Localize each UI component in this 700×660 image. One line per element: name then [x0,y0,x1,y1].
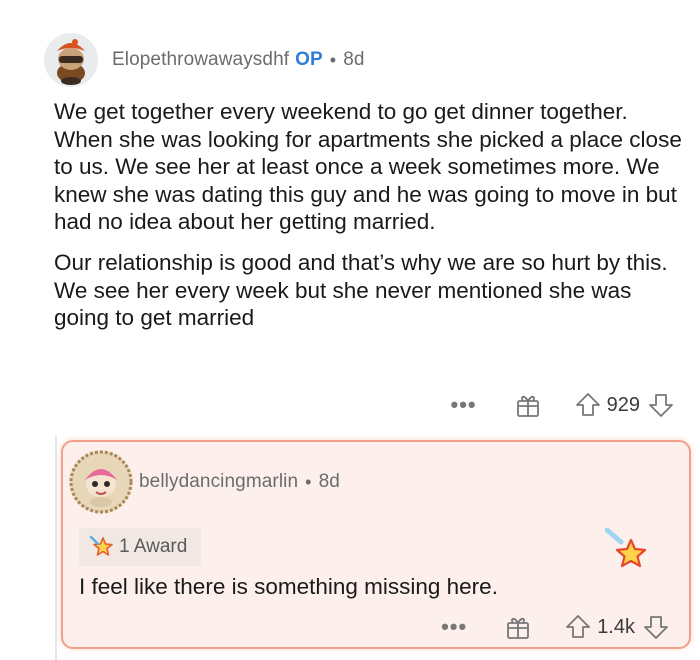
comment-header: Elopethrowawaysdhf OP • 8d [44,32,365,88]
separator: • [305,471,312,492]
award-pill[interactable]: 1 Award [79,528,202,566]
op-badge: OP [295,49,323,70]
timestamp[interactable]: 8d [343,49,364,71]
downvote-icon[interactable] [643,614,669,640]
gift-icon[interactable] [515,392,541,418]
avatar[interactable] [44,33,98,87]
avatar-snoo-icon [44,33,98,87]
comment-actions: ••• 1.4k [441,614,669,640]
downvote-icon[interactable] [648,392,674,418]
comment-actions: ••• 929 [451,392,674,418]
comment-paragraph: We get together every weekend to go get … [54,99,682,235]
avatar-snoo-icon [69,450,133,514]
award-label: 1 Award [119,536,188,557]
username[interactable]: Elopethrowawaysdhf [112,49,289,71]
upvote-icon[interactable] [565,614,591,640]
vote-count: 1.4k [597,615,635,638]
more-options-button[interactable]: ••• [441,614,467,640]
comment-header: bellydancingmarlin • 8d [69,450,340,514]
vote-count: 929 [606,393,640,416]
comment-meta: Elopethrowawaysdhf OP • 8d [112,49,365,71]
avatar[interactable] [69,450,133,514]
more-options-button[interactable]: ••• [451,392,477,418]
separator: • [329,49,337,70]
gift-icon[interactable] [505,614,531,640]
username[interactable]: bellydancingmarlin [139,471,298,493]
award-icon [89,535,113,556]
reply-comment-card: bellydancingmarlin • 8d 1 Award I feel l… [61,440,691,649]
comment-body: I feel like there is something missing h… [79,574,498,599]
comment-body: We get together every weekend to go get … [54,98,684,345]
upvote-icon[interactable] [575,392,601,418]
comment-meta: bellydancingmarlin • 8d [139,471,340,493]
thread-line[interactable] [55,436,57,660]
timestamp[interactable]: 8d [319,471,340,493]
award-star-icon[interactable] [605,528,649,572]
comment-paragraph: Our relationship is good and that’s why … [54,249,668,331]
